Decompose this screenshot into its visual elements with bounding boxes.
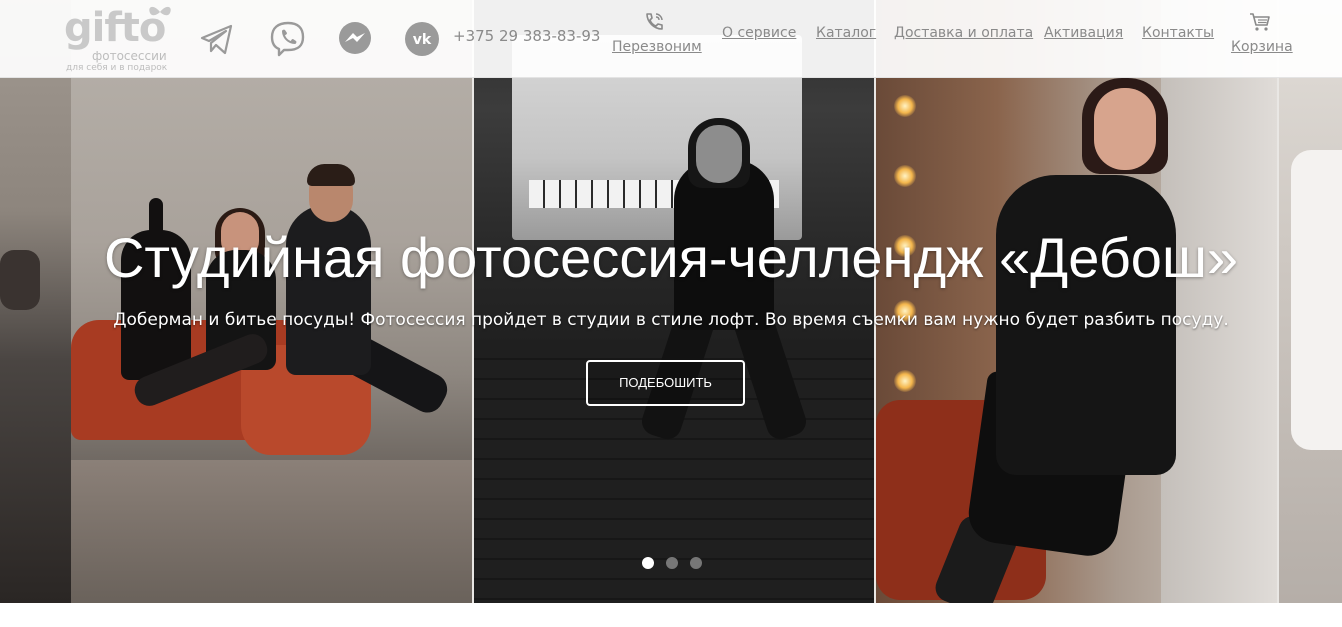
cta-button[interactable]: ПОДЕБОШИТЬ: [586, 360, 745, 406]
slide-photo-leather-jacket: [876, 0, 1278, 603]
messenger-icon[interactable]: [336, 20, 374, 58]
callback-link[interactable]: Перезвоним: [612, 39, 702, 55]
nav-link-delivery[interactable]: Доставка и оплата: [894, 25, 1033, 41]
slider-dot-1[interactable]: [642, 557, 654, 569]
vk-icon[interactable]: vk: [403, 20, 441, 58]
slide-title: Студийная фотосессия-челлендж «Дебош»: [103, 226, 1239, 289]
slide-subtitle: Доберман и битье посуды! Фотосессия прой…: [113, 310, 1229, 330]
nav-link-about[interactable]: О сервисе: [722, 25, 796, 41]
slide-photo-left-edge: [0, 0, 71, 603]
slider-pagination: [642, 557, 702, 569]
logo[interactable]: gifto фотосессии для себя и в подарок: [64, 2, 179, 76]
slide-photo-right-edge: [1279, 0, 1342, 603]
nav-link-catalog[interactable]: Каталог: [816, 25, 876, 41]
svg-text:vk: vk: [413, 32, 432, 48]
viber-icon[interactable]: [269, 20, 307, 58]
cart-icon[interactable]: [1249, 12, 1271, 32]
site-header: gifto фотосессии для себя и в подарок vk…: [0, 0, 1342, 78]
slider-dot-3[interactable]: [690, 557, 702, 569]
bow-icon: [149, 6, 171, 16]
hero-slider: Студийная фотосессия-челлендж «Дебош» До…: [0, 0, 1342, 603]
cart-link[interactable]: Корзина: [1231, 39, 1293, 55]
phone-number[interactable]: +375 29 383-83-93: [453, 27, 600, 45]
logo-subtitle: фотосессии: [92, 49, 167, 63]
telegram-icon[interactable]: [198, 20, 236, 58]
logo-tagline: для себя и в подарок: [66, 63, 168, 73]
phone-ring-icon[interactable]: [643, 11, 665, 33]
nav-link-contacts[interactable]: Контакты: [1142, 25, 1214, 41]
slide-photo-couple: [71, 0, 473, 603]
slider-dot-2[interactable]: [666, 557, 678, 569]
slide-photo-piano: [474, 0, 874, 603]
nav-link-activation[interactable]: Активация: [1044, 25, 1123, 41]
